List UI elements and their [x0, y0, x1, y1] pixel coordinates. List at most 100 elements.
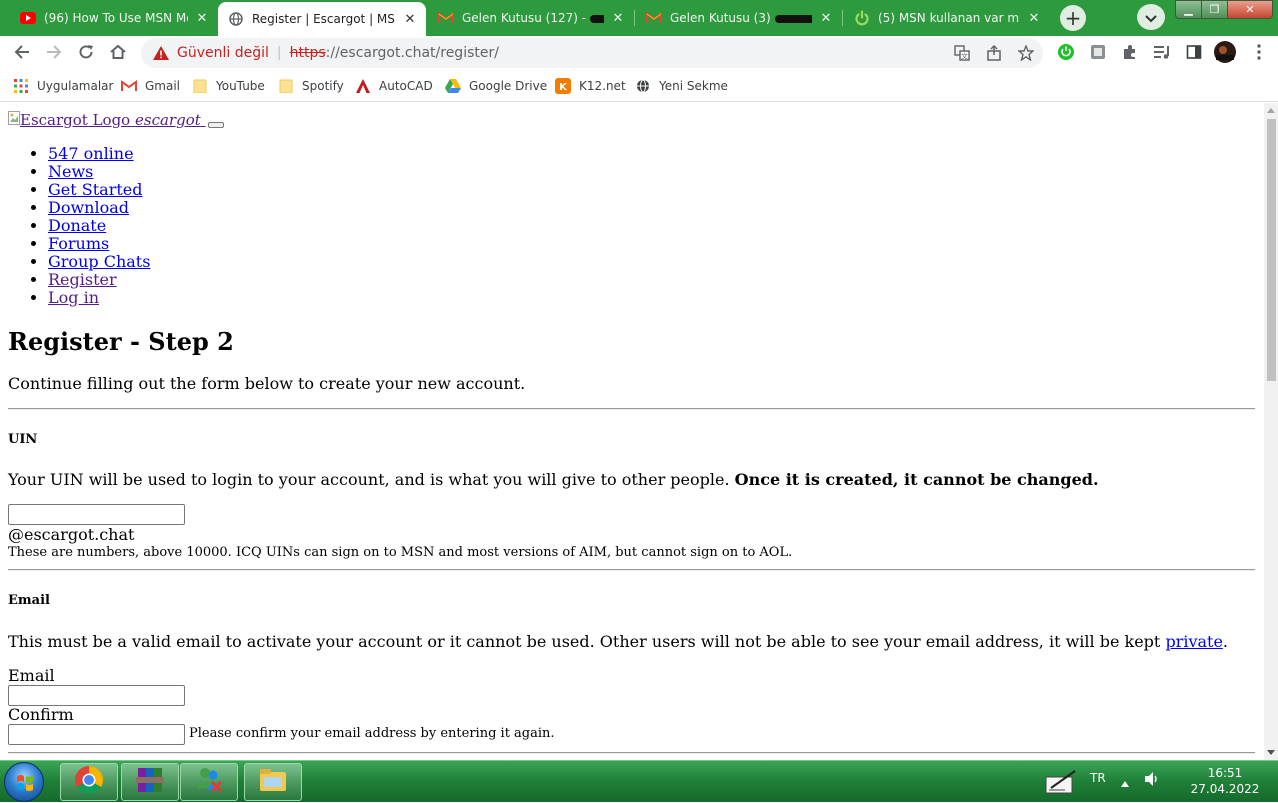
confirm-email-label: Confirm — [8, 705, 74, 724]
close-tab-icon[interactable]: ✕ — [1026, 11, 1042, 26]
taskbar-winrar[interactable] — [121, 763, 179, 801]
redaction-mark — [774, 14, 812, 23]
minimize-window-button[interactable]: ▁ — [1175, 0, 1202, 19]
tab-search-button[interactable] — [1137, 4, 1165, 30]
nav-link-download[interactable]: Download — [48, 198, 129, 217]
bookmark-autocad[interactable]: AutoCAD — [355, 76, 433, 96]
extensions-button[interactable] — [1119, 43, 1141, 65]
system-clock[interactable]: 16:51 27.04.2022 — [1180, 765, 1270, 797]
confirm-email-input[interactable] — [8, 724, 185, 745]
extension-gray-button[interactable] — [1087, 43, 1109, 65]
forward-button[interactable] — [43, 43, 65, 65]
taskbar-msn-messenger[interactable] — [180, 763, 238, 801]
bookmark-google-drive[interactable]: Google Drive — [445, 76, 547, 96]
tab-msn-forum[interactable]: (5) MSN kullanan var mı? ✕ — [844, 4, 1050, 32]
new-tab-button[interactable]: + — [1060, 5, 1086, 31]
nav-toggle-button[interactable] — [207, 122, 224, 128]
taskbar-chrome[interactable] — [60, 763, 118, 801]
translate-icon[interactable]: 文 — [953, 44, 971, 62]
clock-time: 16:51 — [1207, 766, 1243, 780]
nav-item-group-chats: Group Chats — [48, 253, 150, 271]
tab-youtube-msn[interactable]: (96) How To Use MSN Messenger ✕ — [10, 4, 218, 32]
nav-item-download: Download — [48, 199, 150, 217]
tab-separator — [634, 10, 635, 26]
url-scheme: https — [289, 45, 326, 61]
uin-input[interactable] — [8, 504, 185, 525]
side-panel-icon — [1186, 44, 1202, 64]
share-icon[interactable] — [985, 44, 1003, 62]
arrow-left-icon — [14, 44, 30, 64]
logo-link[interactable]: Escargot Logo escargot — [8, 111, 206, 129]
close-tab-icon[interactable]: ✕ — [402, 12, 418, 27]
nav-link-news[interactable]: News — [48, 162, 93, 181]
msn-messenger-icon — [194, 766, 224, 798]
privacy-link[interactable]: private — [1165, 632, 1222, 651]
close-tab-icon[interactable]: ✕ — [818, 11, 834, 26]
chevron-up-icon[interactable] — [1120, 773, 1130, 792]
clock-date: 27.04.2022 — [1190, 782, 1260, 796]
volume-icon[interactable] — [1144, 771, 1160, 791]
side-panel-button[interactable] — [1183, 43, 1205, 65]
email-description-end: . — [1222, 632, 1229, 651]
scroll-up-arrow-icon[interactable] — [1267, 108, 1275, 113]
taskbar-file-explorer[interactable] — [244, 763, 302, 801]
bookmark-gmail[interactable]: Gmail — [121, 76, 180, 96]
nav-link-forums[interactable]: Forums — [48, 234, 109, 253]
gmail-icon — [121, 78, 137, 94]
bookmark-folder-youtube[interactable]: YouTube — [192, 76, 265, 96]
reload-icon — [78, 44, 94, 64]
tab-title: Gelen Kutusu (127) - — [462, 11, 604, 25]
home-icon — [110, 44, 126, 64]
close-window-button[interactable]: ✕ — [1227, 0, 1273, 19]
security-status-label[interactable]: Güvenli değil — [177, 45, 269, 61]
email-input[interactable] — [8, 685, 185, 706]
bookmark-k12[interactable]: K K12.net — [555, 76, 626, 96]
profile-avatar[interactable] — [1214, 41, 1236, 65]
tab-register-escargot[interactable]: Register | Escargot | MSN Messenger ✕ — [218, 2, 426, 36]
bookmark-folder-spotify[interactable]: Spotify — [278, 76, 344, 96]
back-button[interactable] — [11, 43, 33, 65]
reload-button[interactable] — [75, 43, 97, 65]
email-description-text: This must be a valid email to activate y… — [8, 632, 1161, 651]
close-tab-icon[interactable]: ✕ — [194, 11, 210, 26]
kebab-menu-icon — [1257, 44, 1261, 64]
bookmark-label: Spotify — [302, 79, 344, 93]
uin-description: Your UIN will be used to login to your a… — [8, 470, 1099, 489]
nav-link-get-started[interactable]: Get Started — [48, 180, 142, 199]
warning-triangle-icon[interactable] — [153, 45, 169, 61]
uin-heading: UIN — [8, 432, 38, 447]
maximize-window-button[interactable]: ❐ — [1201, 0, 1228, 19]
home-button[interactable] — [107, 43, 129, 65]
browser-menu-button[interactable] — [1248, 43, 1270, 65]
close-tab-icon[interactable]: ✕ — [610, 11, 626, 26]
section-divider — [8, 752, 1255, 754]
extension-green-button[interactable] — [1055, 43, 1077, 65]
bookmark-new-tab[interactable]: Yeni Sekme — [635, 76, 728, 96]
nav-link-group-chats[interactable]: Group Chats — [48, 252, 150, 271]
scroll-down-arrow-icon[interactable] — [1267, 750, 1275, 755]
media-control-button[interactable] — [1151, 43, 1173, 65]
tab-gmail-3[interactable]: Gelen Kutusu (3) ✕ — [636, 4, 842, 32]
start-button[interactable] — [4, 762, 44, 802]
bookmark-apps[interactable]: Uygulamalar — [13, 76, 113, 96]
globe-icon — [635, 78, 651, 94]
nav-item-register: Register — [48, 271, 150, 289]
broken-image-icon — [8, 111, 20, 129]
page-scrollbar[interactable] — [1264, 103, 1278, 760]
bookmark-label: Yeni Sekme — [659, 79, 728, 93]
address-bar[interactable]: Güvenli değil | https://escargot.chat/re… — [141, 38, 1043, 68]
arrow-right-icon — [46, 44, 62, 64]
language-indicator[interactable]: TR — [1090, 771, 1106, 785]
scrollbar-thumb[interactable] — [1267, 119, 1276, 381]
nav-link-donate[interactable]: Donate — [48, 216, 106, 235]
bookmark-star-icon[interactable] — [1017, 44, 1035, 62]
uin-warning-text: Once it is created, it cannot be changed… — [734, 470, 1099, 489]
nav-link-online-count[interactable]: 547 online — [48, 144, 134, 163]
action-center-icon[interactable] — [1045, 769, 1077, 799]
uin-help-text: These are numbers, above 10000. ICQ UINs… — [8, 545, 793, 560]
nav-link-register[interactable]: Register — [48, 270, 117, 289]
nav-link-login[interactable]: Log in — [48, 288, 99, 307]
tab-gmail-127[interactable]: Gelen Kutusu (127) - ✕ — [428, 4, 634, 32]
redaction-mark — [589, 14, 604, 23]
nav-item-forums: Forums — [48, 235, 150, 253]
